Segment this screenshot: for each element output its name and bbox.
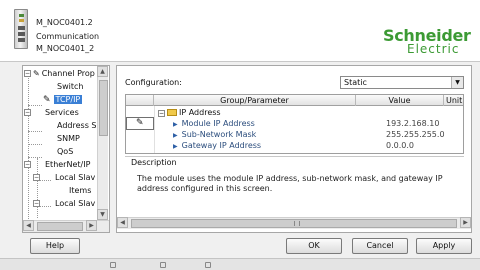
scrollbar-thumb[interactable] xyxy=(99,80,108,136)
pencil-icon: ✎ xyxy=(136,118,144,128)
tree-item-items[interactable]: Items xyxy=(69,185,91,196)
tree-item-ethernet-ip[interactable]: − EtherNet/IP xyxy=(24,159,90,170)
tree-item-qos[interactable]: QoS xyxy=(57,146,73,157)
chevron-down-icon[interactable]: ▼ xyxy=(451,77,463,88)
tree-item-label: Local Slav xyxy=(55,173,96,182)
configuration-select[interactable]: Static ▼ xyxy=(340,76,464,89)
schneider-electric-logo: Schneider Electric xyxy=(383,26,471,56)
grid-header-value[interactable]: Value xyxy=(356,95,444,106)
triangle-right-icon: ▶ xyxy=(173,143,178,150)
parameter-value[interactable]: 0.0.0.0 xyxy=(386,140,414,151)
grid-row-gateway-ip[interactable]: ▶ Gateway IP Address xyxy=(173,140,261,151)
collapse-icon[interactable]: − xyxy=(24,109,31,116)
tree-item-tcpip[interactable]: ✎ TCP/IP xyxy=(43,94,83,105)
status-icon xyxy=(160,262,166,268)
configuration-panel: Configuration: Static ▼ Group/Parameter … xyxy=(116,65,472,233)
apply-button[interactable]: Apply xyxy=(416,238,472,254)
main-horizontal-scrollbar[interactable] xyxy=(117,217,471,229)
pencil-icon: ✎ xyxy=(33,69,40,78)
scroll-up-icon[interactable]: ▲ xyxy=(97,66,108,77)
tree-item-services[interactable]: − Services xyxy=(24,107,79,118)
scroll-right-icon[interactable]: ▶ xyxy=(460,217,471,228)
tree-item-label: EtherNet/IP xyxy=(45,160,91,169)
configuration-select-value: Static xyxy=(344,78,367,87)
parameter-value[interactable]: 255.255.255.0 xyxy=(386,129,445,140)
parameter-name: Gateway IP Address xyxy=(181,141,262,150)
ok-button[interactable]: OK xyxy=(286,238,342,254)
tree-item-address-server[interactable]: Address S xyxy=(57,120,96,131)
tree-item-label: Items xyxy=(69,186,92,195)
grid-header-group-parameter[interactable]: Group/Parameter xyxy=(154,95,356,106)
grid-header: Group/Parameter Value Unit xyxy=(126,95,463,106)
collapse-icon[interactable]: − xyxy=(33,174,40,181)
module-device-icon xyxy=(14,9,28,49)
collapse-icon[interactable]: − xyxy=(33,200,40,207)
collapse-icon[interactable]: − xyxy=(24,161,31,168)
parameter-grid: Group/Parameter Value Unit − IP Address ✎… xyxy=(125,94,464,154)
grid-row-selector[interactable]: ✎ xyxy=(126,117,154,130)
tree-item-switch[interactable]: Switch xyxy=(57,81,83,92)
tree-vertical-scrollbar[interactable] xyxy=(97,66,108,220)
tree-item-local-slave-1[interactable]: − Local Slav xyxy=(33,172,95,183)
tree-item-snmp[interactable]: SNMP xyxy=(57,133,80,144)
scroll-left-icon[interactable]: ◀ xyxy=(23,220,34,231)
collapse-icon[interactable]: − xyxy=(24,70,31,77)
tree-item-channel-properties[interactable]: − ✎ Channel Prop xyxy=(24,68,95,79)
parameter-name: Sub-Network Mask xyxy=(181,130,257,139)
status-icon xyxy=(205,262,211,268)
parameter-value[interactable]: 193.2.168.10 xyxy=(386,118,439,129)
status-bar xyxy=(0,258,480,270)
description-title: Description xyxy=(131,158,177,167)
grid-header-select-column xyxy=(126,95,154,106)
tree-item-label: Address S xyxy=(57,121,97,130)
grid-row-module-ip[interactable]: ▶ Module IP Address xyxy=(173,118,255,129)
folder-icon xyxy=(167,109,177,116)
tree-item-label: Local Slav xyxy=(55,199,96,208)
divider xyxy=(125,156,464,157)
pencil-icon: ✎ xyxy=(43,95,51,105)
grid-header-unit[interactable]: Unit xyxy=(444,95,463,106)
status-icon xyxy=(110,262,116,268)
scroll-right-icon[interactable]: ▶ xyxy=(86,220,97,231)
description-text: The module uses the module IP address, s… xyxy=(137,174,443,193)
tree-item-label: SNMP xyxy=(57,134,80,143)
tree-item-label: Switch xyxy=(57,82,84,91)
collapse-icon[interactable]: − xyxy=(158,110,165,117)
triangle-right-icon: ▶ xyxy=(173,132,178,139)
tree-item-label: QoS xyxy=(57,147,74,156)
module-type: Communication xyxy=(36,32,100,41)
scrollbar-thumb[interactable] xyxy=(37,222,83,231)
grid-group-ip-address[interactable]: − IP Address xyxy=(158,107,221,118)
grid-group-label: IP Address xyxy=(179,108,221,117)
help-button[interactable]: Help xyxy=(30,238,80,254)
module-header: M_NOC0401.2 Communication M_NOC0401_2 Sc… xyxy=(0,0,480,62)
tree-item-label: Channel Prop xyxy=(41,69,95,78)
triangle-right-icon: ▶ xyxy=(173,121,178,128)
tree-item-label: TCP/IP xyxy=(53,95,83,104)
cancel-button[interactable]: Cancel xyxy=(352,238,408,254)
parameter-name: Module IP Address xyxy=(181,119,255,128)
configuration-label: Configuration: xyxy=(125,78,182,87)
tree-item-label: Services xyxy=(45,108,79,117)
module-alias: M_NOC0401_2 xyxy=(36,44,95,53)
scroll-down-icon[interactable]: ▼ xyxy=(97,209,108,220)
grid-row-subnet-mask[interactable]: ▶ Sub-Network Mask xyxy=(173,129,256,140)
module-name: M_NOC0401.2 xyxy=(36,18,93,27)
tree-item-local-slave-2[interactable]: − Local Slav xyxy=(33,198,95,209)
scroll-left-icon[interactable]: ◀ xyxy=(117,217,128,228)
